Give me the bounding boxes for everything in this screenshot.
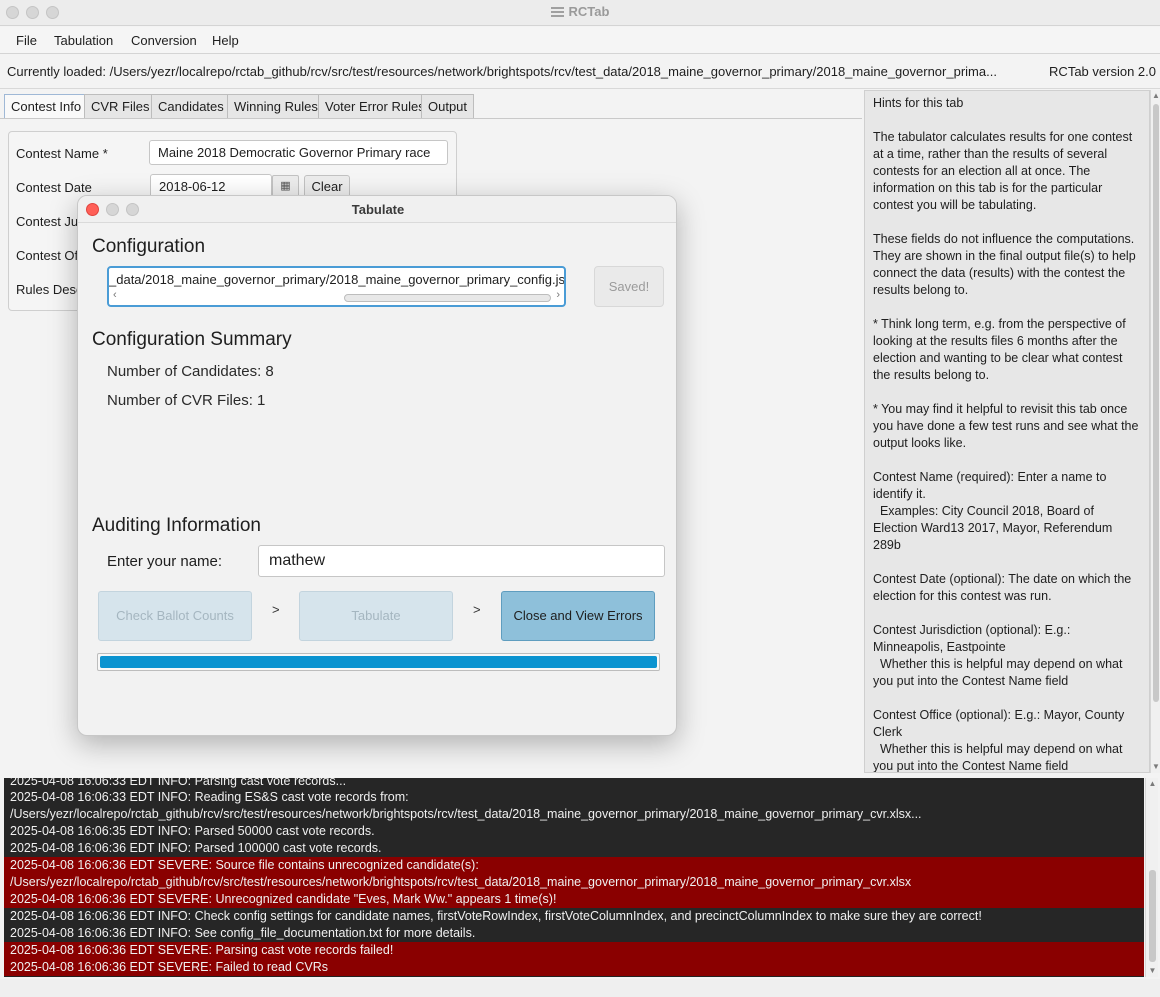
log-line: 2025-04-08 16:06:36 EDT INFO: Check conf…	[4, 908, 1144, 925]
number-of-cvr-files: Number of CVR Files: 1	[107, 392, 266, 409]
scroll-down-icon[interactable]: ▼	[1151, 762, 1160, 772]
hint-paragraph: Contest Jurisdiction (optional): E.g.: M…	[873, 623, 1123, 688]
close-and-view-errors-button[interactable]: Close and View Errors	[501, 591, 655, 641]
tab-output[interactable]: Output	[421, 94, 475, 118]
hint-paragraph: Contest Office (optional): E.g.: Mayor, …	[873, 708, 1125, 773]
log-output: 2025-04-08 16:06:33 EDT INFO: Parsing ca…	[4, 778, 1144, 977]
menu-help[interactable]: Help	[212, 33, 239, 48]
log-line: /Users/yezr/localrepo/rctab_github/rcv/s…	[4, 874, 1144, 891]
step-separator: >	[473, 602, 481, 617]
log-scrollbar[interactable]: ▲ ▼	[1145, 778, 1158, 977]
log-line: 2025-04-08 16:06:33 EDT INFO: Reading ES…	[4, 789, 1144, 806]
log-line: 2025-04-08 16:06:35 EDT INFO: Parsed 500…	[4, 823, 1144, 840]
tabulate-button[interactable]: Tabulate	[299, 591, 453, 641]
app-icon	[550, 7, 564, 17]
currently-loaded-path: Currently loaded: /Users/yezr/localrepo/…	[7, 64, 997, 79]
hint-paragraph: * You may find it helpful to revisit thi…	[873, 402, 1142, 450]
hint-paragraph: Contest Date (optional): The date on whi…	[873, 572, 1135, 603]
auditor-name-input[interactable]: mathew	[258, 545, 665, 577]
log-line: 2025-04-08 16:06:36 EDT SEVERE: Failed t…	[4, 959, 1144, 976]
tab-voter-error-rules[interactable]: Voter Error Rules	[318, 94, 432, 118]
scroll-thumb[interactable]	[1153, 104, 1159, 702]
log-line: /Users/yezr/localrepo/rctab_github/rcv/s…	[4, 806, 1144, 823]
log-line: 2025-04-08 16:06:36 EDT SEVERE: Parsing …	[4, 942, 1144, 959]
hint-paragraph: These fields do not influence the comput…	[873, 232, 1140, 297]
scroll-thumb[interactable]	[1149, 870, 1156, 962]
contest-name-input[interactable]: Maine 2018 Democratic Governor Primary r…	[149, 140, 448, 165]
window-title: RCTab	[0, 4, 1160, 19]
hints-panel: Hints for this tab The tabulator calcula…	[864, 90, 1150, 773]
contest-name-label: Contest Name *	[16, 146, 108, 161]
menu-conversion[interactable]: Conversion	[131, 33, 197, 48]
saved-button[interactable]: Saved!	[594, 266, 664, 307]
scroll-down-icon[interactable]: ▼	[1146, 966, 1159, 976]
step-separator: >	[272, 602, 280, 617]
log-line: 2025-04-08 16:06:33 EDT INFO: Parsing ca…	[4, 778, 1144, 789]
tab-winning-rules[interactable]: Winning Rules	[227, 94, 325, 118]
scroll-up-icon[interactable]: ▲	[1146, 779, 1159, 789]
hint-paragraph: Contest Name (required): Enter a name to…	[873, 470, 1113, 552]
bottom-bar	[0, 979, 1160, 997]
scroll-up-icon[interactable]: ▲	[1151, 91, 1160, 101]
dialog-titlebar: Tabulate	[78, 196, 676, 223]
config-path-field[interactable]: _data/2018_maine_governor_primary/2018_m…	[107, 266, 566, 307]
config-path-scrollbar[interactable]: ‹ ›	[111, 289, 562, 303]
tab-cvr-files[interactable]: CVR Files	[84, 94, 157, 118]
window-titlebar: RCTab	[0, 0, 1160, 26]
tabulate-dialog: Tabulate Configuration _data/2018_maine_…	[77, 195, 677, 736]
hints-title: Hints for this tab	[873, 96, 964, 110]
hint-paragraph: * Think long term, e.g. from the perspec…	[873, 317, 1130, 382]
configuration-summary-heading: Configuration Summary	[92, 329, 292, 350]
auditing-information-heading: Auditing Information	[92, 515, 261, 536]
log-line: 2025-04-08 16:06:36 EDT INFO: See config…	[4, 925, 1144, 942]
log-line: 2025-04-08 16:06:36 EDT SEVERE: Unrecogn…	[4, 891, 1144, 908]
log-line: 2025-04-08 16:06:36 EDT SEVERE: Source f…	[4, 857, 1144, 874]
hints-scrollbar[interactable]: ▲ ▼	[1150, 90, 1160, 773]
status-row: Currently loaded: /Users/yezr/localrepo/…	[0, 55, 1160, 89]
menu-tabulation[interactable]: Tabulation	[54, 33, 113, 48]
menu-file[interactable]: File	[16, 33, 37, 48]
hint-paragraph: The tabulator calculates results for one…	[873, 130, 1136, 212]
enter-name-label: Enter your name:	[107, 553, 223, 570]
dialog-title: Tabulate	[351, 202, 405, 217]
configuration-heading: Configuration	[92, 236, 206, 257]
check-ballot-counts-button[interactable]: Check Ballot Counts	[98, 591, 252, 641]
number-of-candidates: Number of Candidates: 8	[107, 363, 274, 380]
version-label: RCTab version 2.0	[1049, 64, 1156, 79]
menu-bar: File Tabulation Conversion Help	[0, 27, 1160, 54]
progress-fill	[100, 656, 657, 668]
tab-contest-info[interactable]: Contest Info	[4, 94, 89, 118]
scroll-left-icon[interactable]: ‹	[113, 289, 117, 301]
progress-bar	[97, 653, 660, 671]
config-path-text: _data/2018_maine_governor_primary/2018_m…	[109, 272, 564, 287]
log-line: 2025-04-08 16:06:36 EDT INFO: Parsed 100…	[4, 840, 1144, 857]
scroll-thumb[interactable]	[344, 294, 551, 302]
scroll-right-icon[interactable]: ›	[556, 289, 560, 301]
tab-candidates[interactable]: Candidates	[151, 94, 231, 118]
contest-date-label: Contest Date	[16, 180, 92, 195]
